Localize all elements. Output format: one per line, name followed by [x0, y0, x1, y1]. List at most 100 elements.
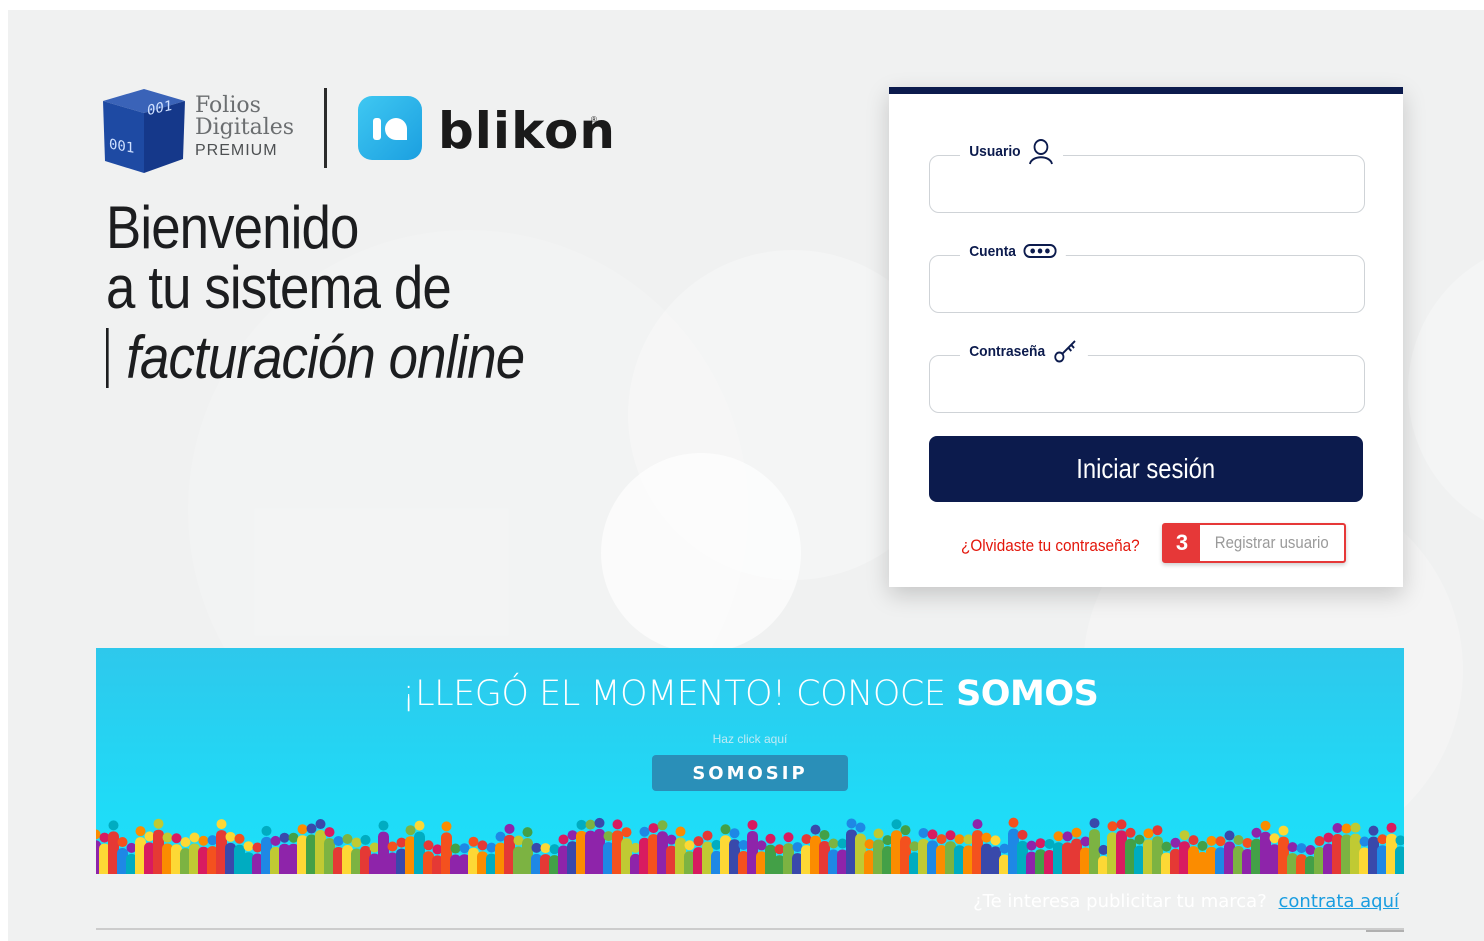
footer-divider: [96, 928, 1404, 930]
crowd-figure-head: [1116, 819, 1127, 830]
crowd-figure-head: [954, 834, 965, 845]
crowd-figure-head: [1215, 836, 1226, 847]
headline-line3-text: facturación online: [126, 324, 525, 391]
crowd-figure-head: [756, 840, 767, 851]
crowd-figure-head: [270, 835, 281, 846]
somosip-button[interactable]: SOMOSIP: [652, 755, 848, 791]
crowd-figure-head: [333, 835, 344, 846]
crowd-figure-head: [468, 836, 479, 847]
crowd-figure-head: [828, 838, 839, 849]
crowd-figure-head: [540, 843, 551, 854]
folios-cube-icon: 001 001: [103, 89, 185, 173]
password-field[interactable]: Contraseña: [929, 334, 1365, 413]
crowd-figure-head: [936, 834, 947, 845]
cuenta-label-text: Cuenta: [969, 242, 1016, 260]
premium-line: PREMIUM: [195, 142, 278, 159]
login-card: Usuario Cuenta Contraseña Iniciar sesión…: [889, 87, 1403, 587]
usuario-field[interactable]: Usuario: [929, 134, 1365, 213]
crowd-figure-head: [450, 843, 461, 854]
crowd-figure-head: [1071, 827, 1082, 838]
crowd-figure-head: [261, 825, 272, 836]
welcome-headline: Bienvenido a tu sistema de facturación o…: [106, 198, 581, 388]
login-button[interactable]: Iniciar sesión: [929, 436, 1363, 502]
crowd-figure-head: [891, 819, 902, 830]
cuenta-field[interactable]: Cuenta: [929, 234, 1365, 313]
crowd-figure-head: [972, 819, 983, 830]
crowd-figure-head: [1350, 822, 1361, 833]
crowd-figure-head: [594, 817, 605, 828]
crowd-figure-head: [153, 818, 164, 829]
crowd-figure-head: [297, 824, 308, 835]
usuario-label-text: Usuario: [969, 142, 1021, 160]
crowd-figure-head: [522, 827, 533, 838]
crowd-figure-head: [846, 818, 857, 829]
banner-subtitle: Haz click aquí: [712, 732, 788, 746]
advertise-question: ¿Te interesa publicitar tu marca?: [973, 891, 1267, 912]
account-dots-icon: [1023, 244, 1057, 258]
crowd-figure-head: [1278, 825, 1289, 836]
crowd-figure-head: [459, 843, 470, 854]
crowd-figure-head: [243, 841, 254, 852]
crowd-figure-head: [702, 830, 713, 841]
crowd-figure-head: [639, 826, 650, 837]
crowd-figure-head: [225, 831, 236, 842]
register-user-button[interactable]: 3 Registrar usuario: [1162, 523, 1346, 563]
banner-title-bold: SOMOS: [956, 674, 1099, 714]
crowd-figure-head: [1008, 817, 1019, 828]
crowd-figure-head: [1233, 834, 1244, 845]
crowd-illustration: [96, 817, 1404, 874]
logo-divider: [324, 88, 327, 168]
crowd-figure-head: [135, 826, 146, 837]
cuenta-label: Cuenta: [960, 234, 1066, 268]
crowd-figure-head: [1224, 830, 1235, 841]
crowd-figure-head: [1368, 825, 1379, 836]
crowd-figure-head: [504, 823, 515, 834]
digitales-line: Digitales: [195, 115, 295, 140]
crowd-figure-head: [747, 819, 758, 830]
crowd-figure-head: [810, 824, 821, 835]
crowd-figure-head: [558, 834, 569, 845]
contract-here-link[interactable]: contrata aquí: [1279, 891, 1399, 912]
crowd-figure-head: [1035, 838, 1046, 849]
crowd-figure-head: [1206, 835, 1217, 846]
blikon-registered-mark: ®: [591, 115, 597, 124]
bg-circle: [1408, 240, 1484, 540]
crowd-figure-head: [945, 830, 956, 841]
crowd-figure-head: [180, 837, 191, 848]
forgot-password-link[interactable]: ¿Olvidaste tu contraseña?: [961, 536, 1140, 556]
somos-ad-banner[interactable]: ¡LLEGÓ EL MOMENTO! CONOCE SOMOS Haz clic…: [96, 648, 1404, 874]
crowd-figure-head: [612, 819, 623, 830]
folios-wordmark: Folios Digitales PREMIUM: [195, 95, 294, 161]
crowd-figure-head: [351, 837, 362, 848]
crowd-figure-head: [1287, 842, 1298, 853]
crowd-figure-head: [1026, 840, 1037, 851]
crowd-figure-head: [414, 820, 425, 831]
register-label-text: Registrar usuario: [1215, 533, 1329, 552]
crowd-figure-head: [342, 833, 353, 844]
crowd-figure-head: [693, 836, 704, 847]
crowd-figure-head: [990, 835, 1001, 846]
headline-line3: facturación online: [106, 324, 525, 391]
crowd-figure-head: [1089, 818, 1100, 829]
crowd-figure-head: [720, 824, 731, 835]
crowd-figure-head: [657, 820, 668, 831]
crowd-figure-head: [405, 825, 416, 836]
crowd-figure-head: [1260, 820, 1271, 831]
crowd-figure-head: [1188, 835, 1199, 846]
headline-bar: [106, 328, 109, 388]
crowd-figure-head: [918, 827, 929, 838]
headline-line2: a tu sistema de: [106, 254, 452, 321]
login-button-label: Iniciar sesión: [1076, 453, 1216, 484]
crowd-figure-head: [378, 820, 389, 831]
bg-circle: [601, 453, 801, 653]
crowd-figure-head: [306, 823, 317, 834]
crowd-figure-head: [216, 819, 227, 830]
crowd-figure-head: [621, 827, 632, 838]
crowd-figure-head: [1053, 831, 1064, 842]
crowd-figure-head: [1341, 823, 1352, 834]
banner-title: ¡LLEGÓ EL MOMENTO! CONOCE SOMOS: [96, 674, 1404, 714]
crowd-figure-head: [162, 832, 173, 843]
crowd-figure-head: [1143, 828, 1154, 839]
folios-digitales-logo: 001 001 Folios Digitales PREMIUM: [101, 87, 306, 175]
register-label: Registrar usuario: [1200, 525, 1344, 561]
